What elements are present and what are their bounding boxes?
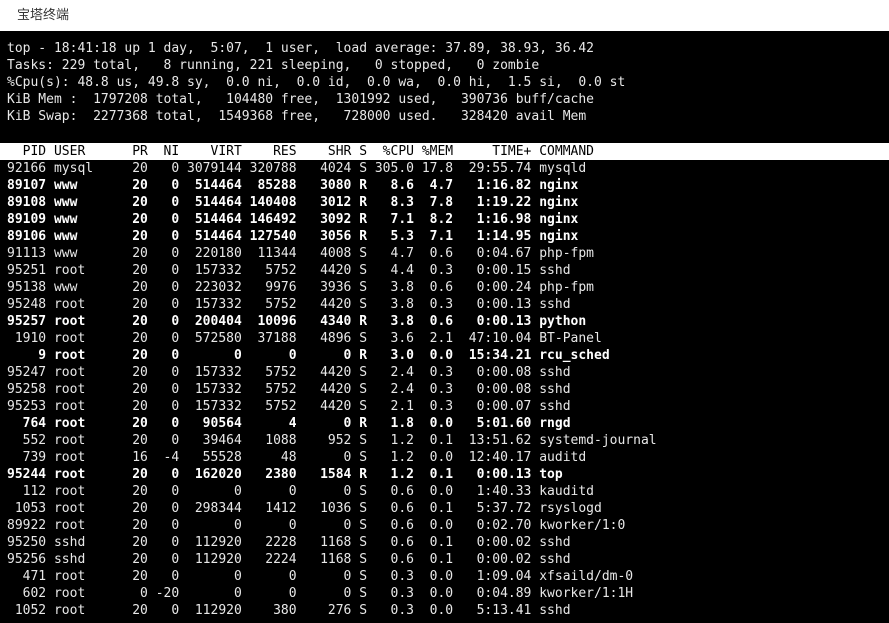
process-row: 91113 www 20 0 220180 11344 4008 S 4.7 0… [7,246,594,261]
process-row: 9 root 20 0 0 0 0 R 3.0 0.0 15:34.21 rcu… [7,348,610,363]
process-row: 471 root 20 0 0 0 0 S 0.3 0.0 1:09.04 xf… [7,569,634,584]
process-row: 95258 root 20 0 157332 5752 4420 S 2.4 0… [7,382,571,397]
process-row: 95257 root 20 0 200404 10096 4340 R 3.8 … [7,314,587,329]
process-table-header-text: PID USER PR NI VIRT RES SHR S %CPU %MEM … [7,144,594,159]
process-row: 95247 root 20 0 157332 5752 4420 S 2.4 0… [7,365,571,380]
process-row: 764 root 20 0 90564 4 0 R 1.8 0.0 5:01.6… [7,416,571,431]
process-row: 89109 www 20 0 514464 146492 3092 R 7.1 … [7,212,579,227]
process-row: 95244 root 20 0 162020 2380 1584 R 1.2 0… [7,467,563,482]
process-row: 739 root 16 -4 55528 48 0 S 1.2 0.0 12:4… [7,450,587,465]
process-row: 89107 www 20 0 514464 85288 3080 R 8.6 4… [7,178,579,193]
terminal-screen[interactable]: top - 18:41:18 up 1 day, 5:07, 1 user, l… [0,31,889,623]
process-row: 602 root 0 -20 0 0 0 S 0.3 0.0 0:04.89 k… [7,586,634,601]
process-row: 95250 sshd 20 0 112920 2228 1168 S 0.6 0… [7,535,571,550]
summary-line-cpu: %Cpu(s): 48.8 us, 49.8 sy, 0.0 ni, 0.0 i… [7,75,626,90]
process-table-header: PID USER PR NI VIRT RES SHR S %CPU %MEM … [0,143,889,160]
process-row: 95253 root 20 0 157332 5752 4420 S 2.1 0… [7,399,571,414]
process-row: 89106 www 20 0 514464 127540 3056 R 5.3 … [7,229,579,244]
process-row: 1053 root 20 0 298344 1412 1036 S 0.6 0.… [7,501,602,516]
process-row: 89922 root 20 0 0 0 0 S 0.6 0.0 0:02.70 … [7,518,626,533]
window-title: 宝塔终端 [17,8,70,23]
process-row: 1910 root 20 0 572580 37188 4896 S 3.6 2… [7,331,602,346]
title-bar: 宝塔终端 [0,0,889,31]
process-row: 552 root 20 0 39464 1088 952 S 1.2 0.1 1… [7,433,657,448]
process-row: 89108 www 20 0 514464 140408 3012 R 8.3 … [7,195,579,210]
summary-line-swap: KiB Swap: 2277368 total, 1549368 free, 7… [7,109,587,124]
process-row: 112 root 20 0 0 0 0 S 0.6 0.0 1:40.33 ka… [7,484,594,499]
process-row: 95138 www 20 0 223032 9976 3936 S 3.8 0.… [7,280,594,295]
process-row: 95251 root 20 0 157332 5752 4420 S 4.4 0… [7,263,571,278]
process-row: 95248 root 20 0 157332 5752 4420 S 3.8 0… [7,297,571,312]
summary-line-mem: KiB Mem : 1797208 total, 104480 free, 13… [7,92,594,107]
process-row: 92166 mysql 20 0 3079144 320788 4024 S 3… [7,161,587,176]
process-row: 1052 root 20 0 112920 380 276 S 0.3 0.0 … [7,603,571,618]
process-row: 95256 sshd 20 0 112920 2224 1168 S 0.6 0… [7,552,571,567]
summary-line-tasks: Tasks: 229 total, 8 running, 221 sleepin… [7,58,540,73]
summary-line-uptime: top - 18:41:18 up 1 day, 5:07, 1 user, l… [7,41,594,56]
